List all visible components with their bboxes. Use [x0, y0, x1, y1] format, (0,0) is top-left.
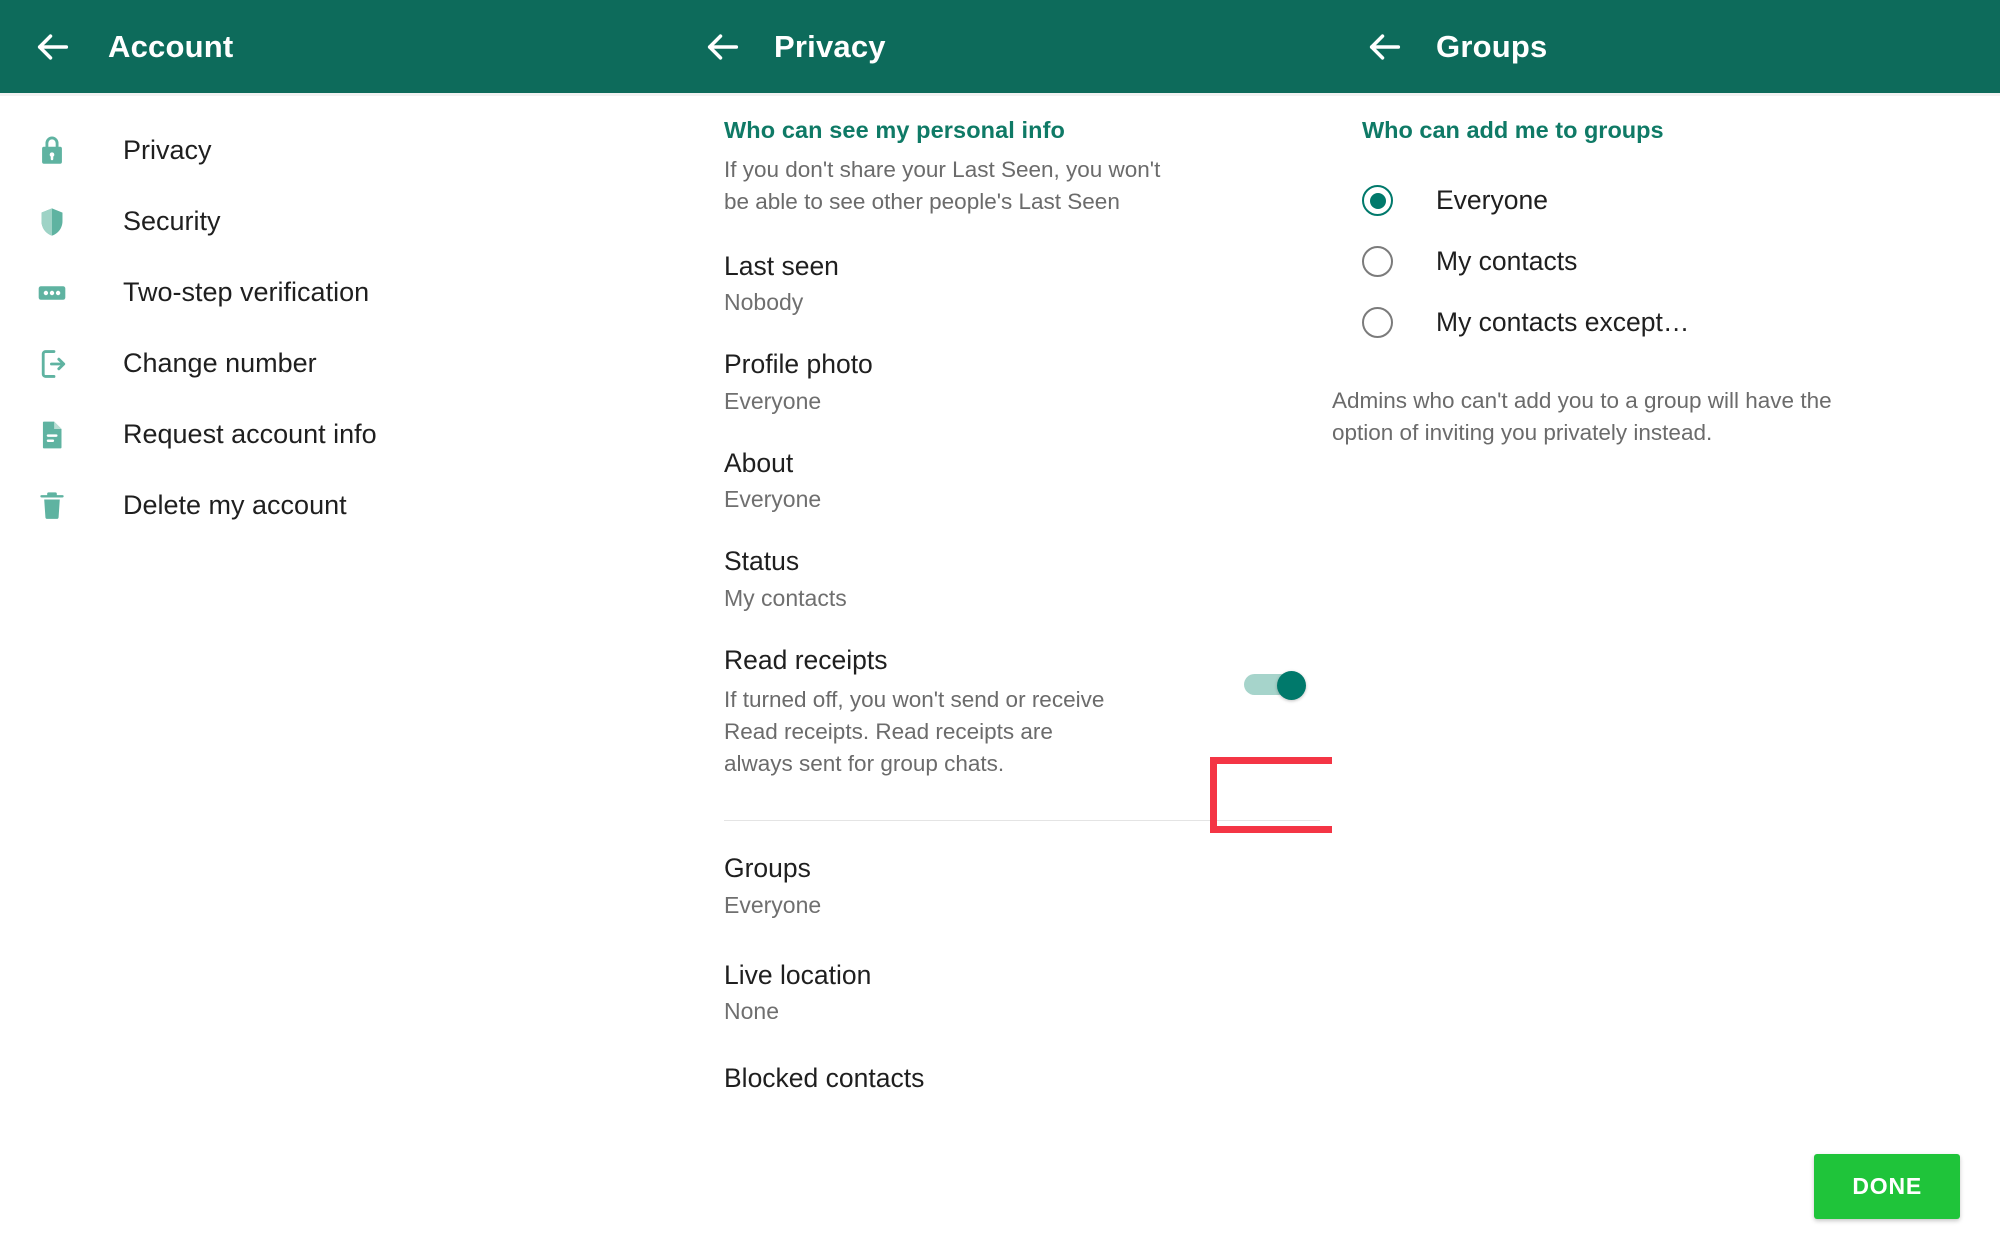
row-value: My contacts	[724, 584, 847, 611]
radio-button[interactable]	[1362, 307, 1393, 338]
read-receipts-toggle[interactable]	[1244, 670, 1306, 700]
who-can-add-me-radio-group: Everyone My contacts My contacts except…	[1332, 170, 2000, 353]
row-read-receipts[interactable]: Read receipts If turned off, you won't s…	[694, 645, 1332, 780]
row-title: Profile photo	[724, 349, 873, 380]
shield-icon	[30, 205, 74, 239]
groups-content: Who can add me to groups Everyone My con…	[1332, 93, 2000, 1251]
row-about[interactable]: About Everyone	[694, 448, 1332, 513]
radio-button[interactable]	[1362, 246, 1393, 277]
row-value: Everyone	[724, 486, 822, 513]
back-arrow-icon[interactable]	[30, 24, 76, 70]
account-settings-list: Privacy Security Two-step verification C…	[0, 93, 670, 541]
sidebar-item-delete-my-account[interactable]: Delete my account	[0, 470, 670, 541]
sidebar-item-label: Privacy	[123, 135, 212, 165]
section-divider	[724, 820, 1320, 822]
privacy-appbar: Privacy	[670, 0, 1332, 96]
radio-label: My contacts except…	[1436, 307, 1690, 337]
sidebar-item-label: Two-step verification	[123, 277, 370, 307]
radio-option-my-contacts-except[interactable]: My contacts except…	[1332, 292, 2000, 353]
row-value: None	[724, 997, 779, 1024]
sidebar-item-label: Request account info	[123, 419, 377, 449]
row-title: Last seen	[724, 250, 839, 281]
groups-appbar: Groups	[1332, 0, 2000, 96]
row-title: About	[724, 447, 794, 478]
toggle-thumb	[1277, 670, 1306, 700]
account-appbar: Account	[0, 0, 670, 96]
row-status[interactable]: Status My contacts	[694, 546, 1332, 611]
row-description: If turned off, you won't send or receive…	[724, 687, 1105, 777]
sidebar-item-label: Delete my account	[123, 490, 347, 520]
radio-label: My contacts	[1436, 246, 1578, 276]
radio-option-everyone[interactable]: Everyone	[1332, 170, 2000, 231]
document-icon	[30, 418, 74, 452]
back-arrow-icon[interactable]	[1362, 24, 1408, 70]
row-title: Status	[724, 546, 800, 577]
sidebar-item-label: Change number	[123, 348, 317, 378]
row-last-seen[interactable]: Last seen Nobody	[694, 251, 1332, 316]
radio-label: Everyone	[1436, 185, 1548, 215]
sidebar-item-change-number[interactable]: Change number	[0, 328, 670, 399]
phone-exit-icon	[30, 347, 74, 381]
radio-button[interactable]	[1362, 185, 1393, 216]
lock-icon	[30, 134, 74, 168]
row-live-location[interactable]: Live location None	[694, 960, 1332, 1025]
section-header: Who can see my personal info	[724, 117, 1066, 143]
row-value: Everyone	[724, 891, 822, 918]
dots-passcode-icon	[30, 276, 74, 310]
privacy-panel: Privacy Who can see my personal info If …	[670, 0, 1332, 1251]
row-value: Everyone	[724, 387, 822, 414]
privacy-content: Who can see my personal info If you don'…	[670, 93, 1332, 1093]
section-description: If you don't share your Last Seen, you w…	[724, 157, 1161, 214]
row-title: Groups	[724, 853, 811, 884]
row-groups[interactable]: Groups Everyone	[694, 853, 1332, 918]
sidebar-item-security[interactable]: Security	[0, 186, 670, 257]
sidebar-item-request-account-info[interactable]: Request account info	[0, 399, 670, 470]
done-button[interactable]: DONE	[1814, 1154, 1960, 1219]
radio-option-my-contacts[interactable]: My contacts	[1332, 231, 2000, 292]
sidebar-item-two-step-verification[interactable]: Two-step verification	[0, 257, 670, 328]
row-profile-photo[interactable]: Profile photo Everyone	[694, 349, 1332, 414]
whatsapp-settings-screen: Account Privacy Security Two-step verifi…	[0, 0, 2000, 1251]
groups-panel: Groups Who can add me to groups Everyone…	[1332, 0, 2000, 1251]
row-value: Nobody	[724, 289, 804, 316]
trash-icon	[30, 489, 74, 523]
page-title: Account	[108, 28, 234, 64]
section-header: Who can add me to groups	[1362, 117, 1664, 143]
row-title: Read receipts	[724, 644, 888, 675]
row-title: Blocked contacts	[724, 1062, 925, 1093]
groups-note: Admins who can't add you to a group will…	[1332, 388, 1832, 445]
back-arrow-icon[interactable]	[700, 24, 746, 70]
page-title: Privacy	[774, 28, 886, 64]
account-panel: Account Privacy Security Two-step verifi…	[0, 0, 670, 1251]
page-title: Groups	[1436, 28, 1548, 64]
row-blocked-contacts[interactable]: Blocked contacts	[694, 1063, 1332, 1093]
sidebar-item-label: Security	[123, 206, 221, 236]
row-title: Live location	[724, 959, 872, 990]
sidebar-item-privacy[interactable]: Privacy	[0, 115, 670, 186]
